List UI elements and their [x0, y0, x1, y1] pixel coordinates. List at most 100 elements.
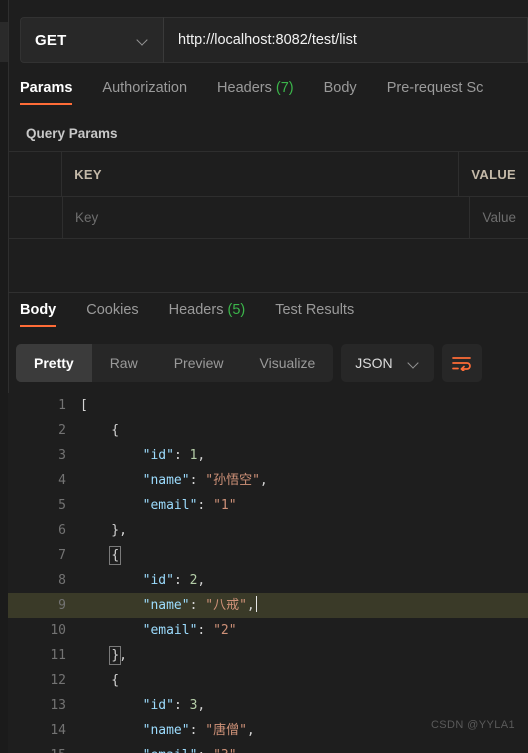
- response-tab-body[interactable]: Body: [20, 302, 57, 327]
- request-url-bar: GET http://localhost:8082/test/list: [20, 17, 528, 63]
- code-line: 8 "id": 2,: [8, 568, 528, 593]
- response-tab-headers-count: (5): [227, 302, 246, 318]
- view-mode-visualize[interactable]: Visualize: [242, 344, 334, 382]
- code-line: 12 {: [8, 668, 528, 693]
- response-tab-body-label: Body: [20, 302, 57, 318]
- header-cell-checkbox: [8, 152, 63, 196]
- line-number: 11: [50, 648, 66, 663]
- json-value: "3": [213, 748, 236, 753]
- json-value: "2": [213, 623, 237, 638]
- json-key: "name": [142, 473, 190, 488]
- view-mode-preview[interactable]: Preview: [156, 344, 242, 382]
- bracket-match-highlight: {: [109, 546, 122, 565]
- response-section-divider: [8, 292, 528, 293]
- query-params-table: KEY VALUE Key Value: [8, 152, 528, 239]
- row-key-placeholder: Key: [75, 210, 99, 225]
- line-number: 10: [50, 623, 66, 638]
- tab-headers-label: Headers: [217, 80, 272, 96]
- response-tab-cookies-label: Cookies: [86, 302, 139, 318]
- json-key: "email": [142, 623, 198, 638]
- table-row: Key Value: [8, 197, 528, 239]
- left-rail-active-segment: [0, 22, 8, 62]
- code-line: 2 {: [8, 418, 528, 443]
- json-key: "name": [142, 723, 190, 738]
- row-value-placeholder: Value: [482, 210, 516, 225]
- code-line: 13 "id": 3,: [8, 693, 528, 718]
- tab-params-label: Params: [20, 80, 73, 96]
- view-mode-pretty-label: Pretty: [34, 355, 74, 371]
- wrap-lines-icon: [451, 357, 471, 371]
- line-number: 7: [58, 548, 66, 563]
- chevron-down-icon: [138, 35, 149, 46]
- http-method-dropdown[interactable]: GET: [20, 17, 163, 63]
- line-number: 9: [58, 598, 66, 613]
- response-tab-test-results-label: Test Results: [275, 302, 355, 318]
- row-checkbox-cell[interactable]: [8, 197, 63, 238]
- line-number: 14: [50, 723, 66, 738]
- line-number: 3: [58, 448, 66, 463]
- line-number: 2: [58, 423, 66, 438]
- code-line: 1[: [8, 393, 528, 418]
- query-params-title: Query Params: [26, 126, 118, 141]
- response-format-label: JSON: [355, 355, 393, 371]
- request-tabs: Params Authorization Headers (7) Body Pr…: [20, 80, 528, 112]
- tab-headers-count: (7): [275, 80, 294, 96]
- postman-window: GET http://localhost:8082/test/list Para…: [0, 0, 528, 753]
- watermark: CSDN @YYLA1: [430, 719, 515, 731]
- view-mode-pretty[interactable]: Pretty: [16, 344, 92, 382]
- url-input[interactable]: http://localhost:8082/test/list: [163, 17, 528, 63]
- view-mode-switcher: Pretty Raw Preview Visualize: [16, 344, 334, 382]
- tab-body-label: Body: [323, 80, 357, 96]
- header-value-label: VALUE: [471, 166, 516, 182]
- response-tab-headers[interactable]: Headers (5): [169, 302, 246, 327]
- view-mode-visualize-label: Visualize: [259, 355, 316, 371]
- view-mode-raw[interactable]: Raw: [92, 344, 156, 382]
- tab-headers[interactable]: Headers (7): [217, 80, 294, 105]
- tab-params[interactable]: Params: [20, 80, 73, 105]
- json-key: "name": [142, 598, 190, 613]
- code-line: 10 "email": "2": [8, 618, 528, 643]
- code-line: 3 "id": 1,: [8, 443, 528, 468]
- code-line: 5 "email": "1": [8, 493, 528, 518]
- http-method-label: GET: [35, 31, 67, 49]
- response-tab-test-results[interactable]: Test Results: [275, 302, 354, 327]
- tab-pre-request-script-label: Pre-request Sc: [386, 80, 484, 96]
- header-cell-key: KEY: [62, 152, 460, 196]
- line-number: 1: [58, 398, 66, 413]
- code-line-active: 9 "name": "八戒",: [8, 593, 528, 618]
- response-tab-cookies[interactable]: Cookies: [86, 302, 138, 327]
- left-rail: [0, 0, 8, 753]
- tab-body[interactable]: Body: [324, 80, 357, 105]
- code-line: 11 },: [8, 643, 528, 668]
- response-body-code[interactable]: 1[ 2 { 3 "id": 1, 4 "name": "孙悟空", 5 "em…: [8, 393, 528, 753]
- table-header-row: KEY VALUE: [8, 152, 528, 197]
- line-number: 6: [58, 523, 66, 538]
- tab-authorization-label: Authorization: [102, 80, 188, 96]
- json-key: "id": [142, 698, 174, 713]
- json-value: "唐僧": [205, 723, 247, 738]
- response-format-toolbar: Pretty Raw Preview Visualize JSON: [16, 344, 482, 382]
- json-value: "1": [213, 498, 237, 513]
- code-line: 4 "name": "孙悟空",: [8, 468, 528, 493]
- wrap-lines-button[interactable]: [441, 344, 482, 382]
- line-number: 8: [58, 573, 66, 588]
- line-number: 12: [50, 673, 66, 688]
- view-mode-raw-label: Raw: [109, 355, 138, 371]
- code-line: 7 {: [8, 543, 528, 568]
- text-cursor: [255, 596, 258, 612]
- json-key: "email": [143, 748, 198, 753]
- line-number: 4: [58, 473, 66, 488]
- code-line: 6 },: [8, 518, 528, 543]
- tab-authorization[interactable]: Authorization: [102, 80, 187, 105]
- row-key-input[interactable]: Key: [63, 197, 471, 238]
- header-key-label: KEY: [74, 166, 102, 182]
- response-format-dropdown[interactable]: JSON: [341, 344, 434, 382]
- json-key: "email": [142, 498, 198, 513]
- json-key: "id": [142, 448, 174, 463]
- code-line: 15 "email": "3": [8, 743, 528, 753]
- row-value-input[interactable]: Value: [470, 197, 528, 238]
- line-number: 15: [8, 743, 66, 753]
- tab-pre-request-script[interactable]: Pre-request Sc: [387, 80, 484, 105]
- response-tab-headers-label: Headers: [168, 302, 224, 318]
- json-value: "八戒": [205, 598, 247, 613]
